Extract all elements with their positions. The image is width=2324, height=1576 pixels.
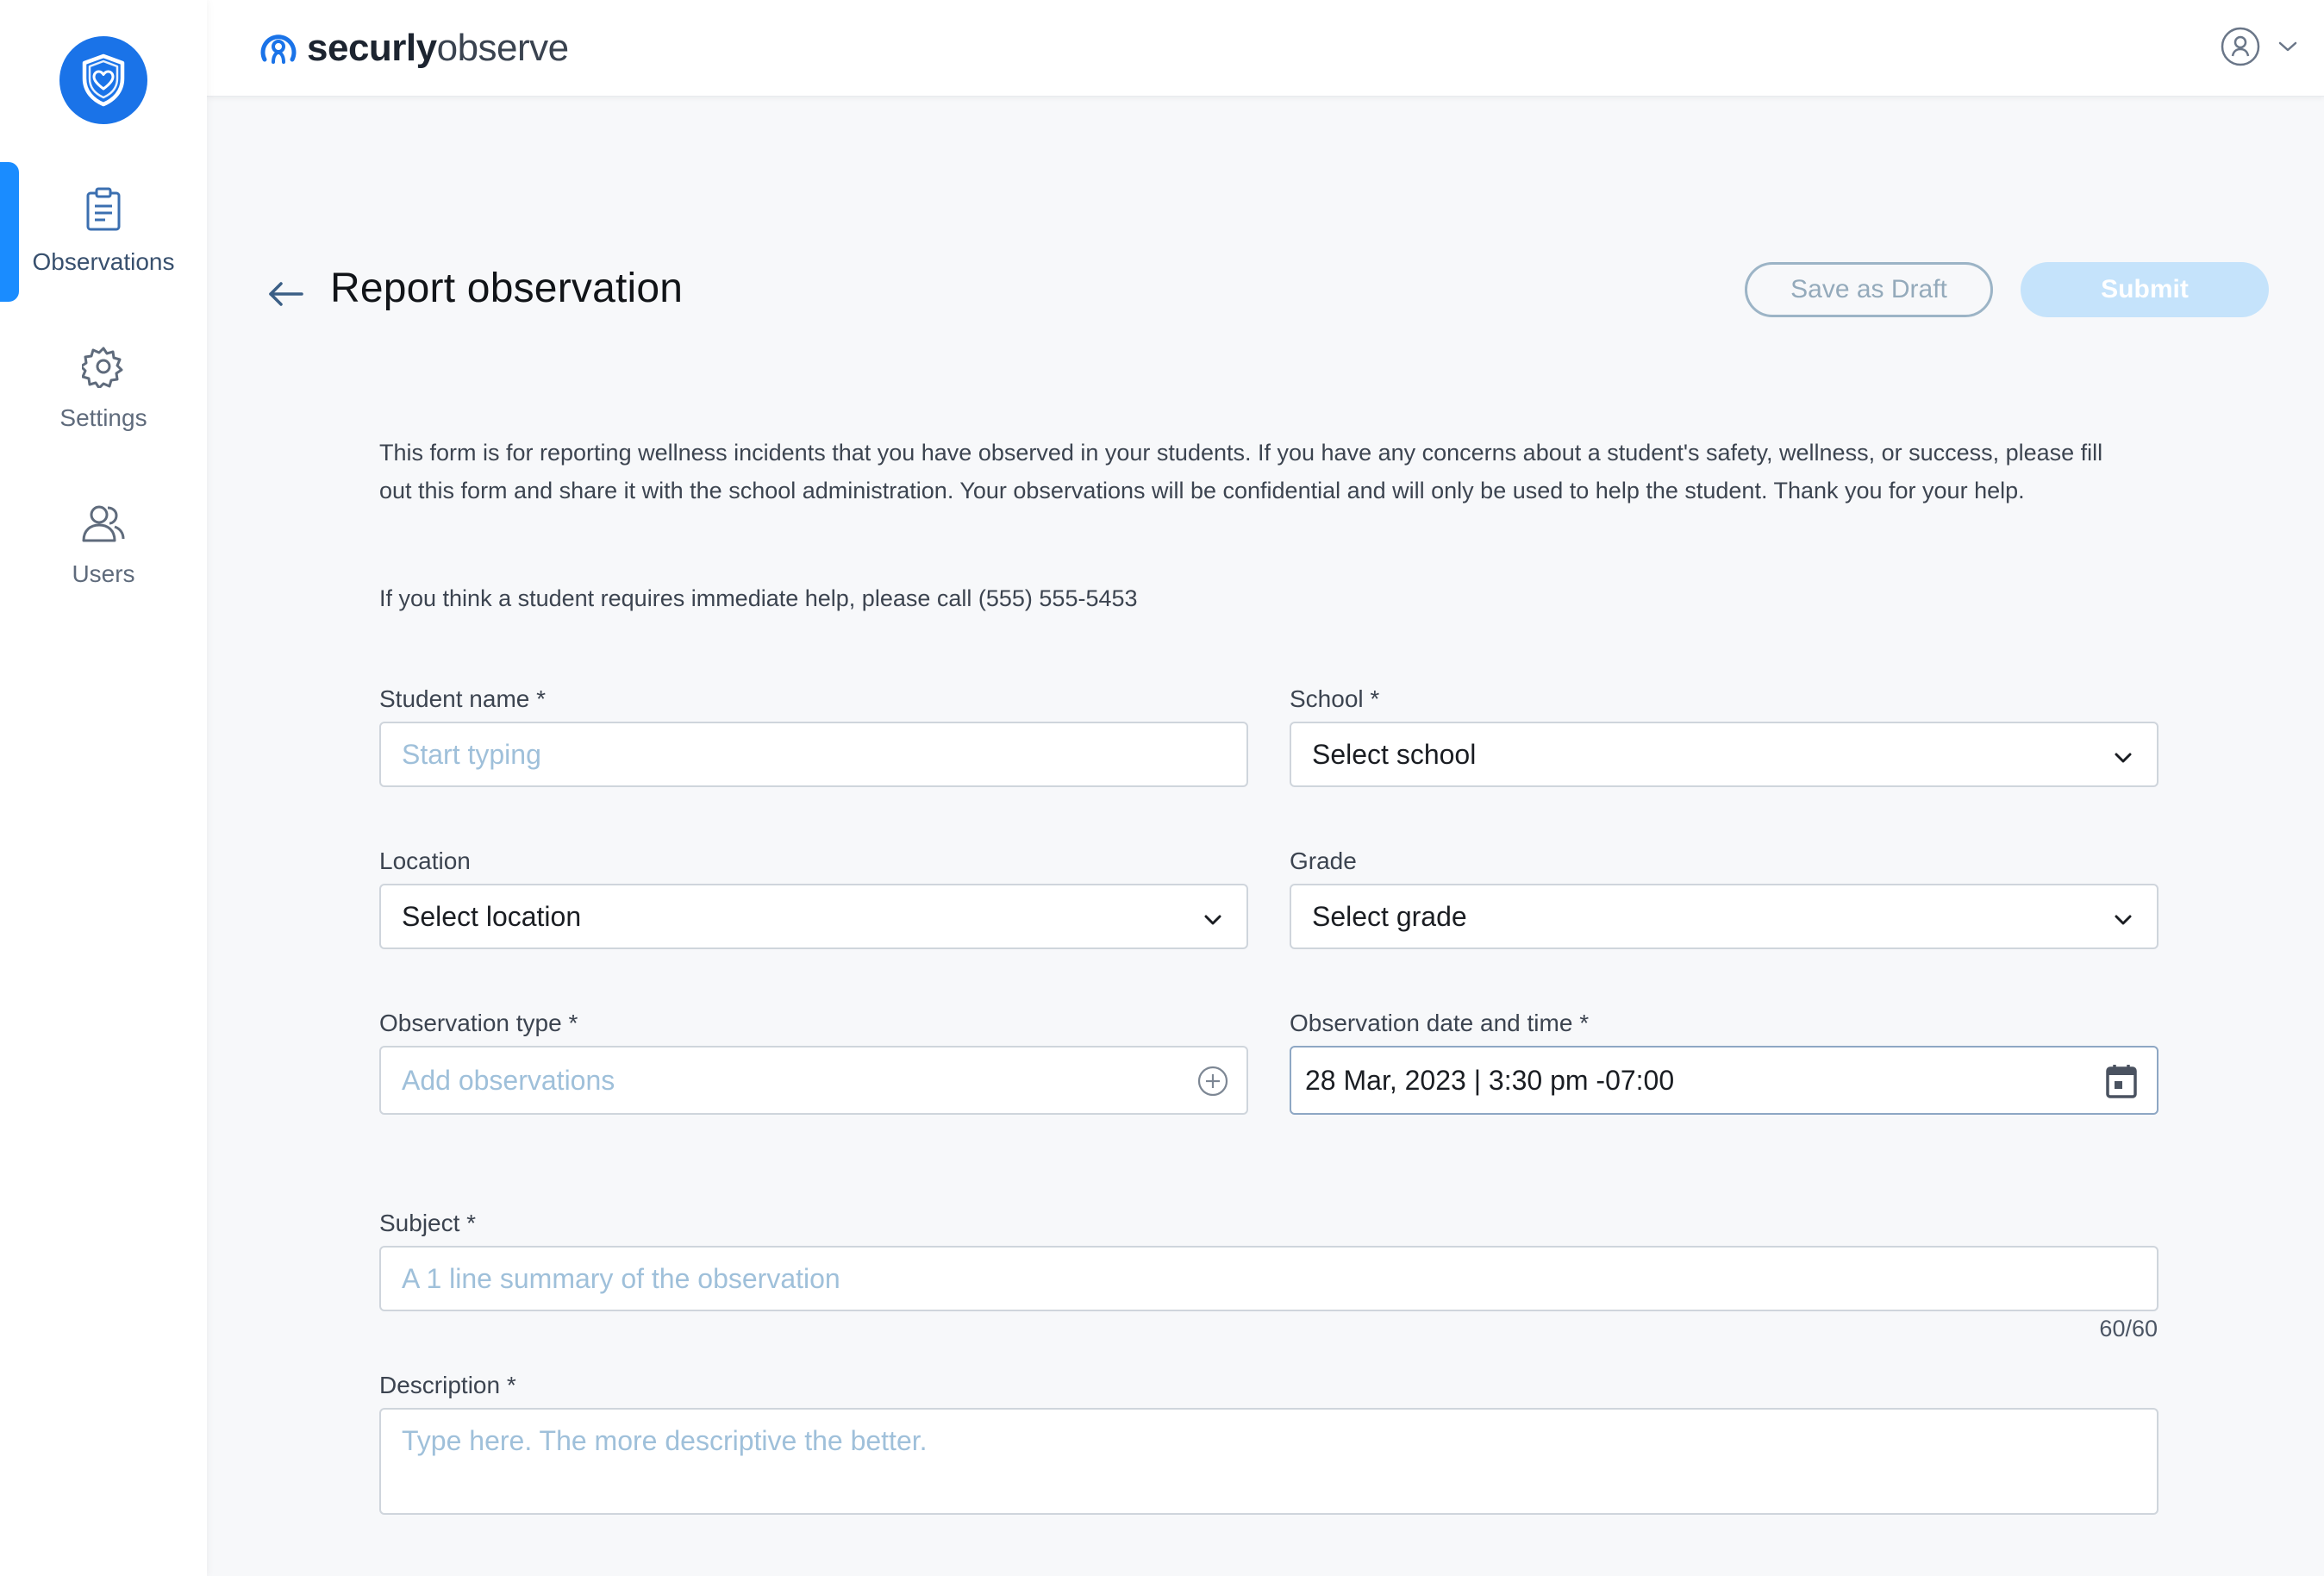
clipboard-icon <box>84 187 122 236</box>
chevron-down-icon <box>2277 40 2298 58</box>
users-icon <box>80 503 127 548</box>
chevron-down-icon <box>2112 744 2134 766</box>
sidebar: Observations Settings Users <box>0 0 207 1576</box>
chevron-down-icon <box>1202 906 1224 929</box>
sidebar-item-label: Observations <box>32 247 175 275</box>
back-arrow-icon[interactable] <box>266 274 305 314</box>
page-title: Report observation <box>330 266 684 311</box>
emergency-help-text: If you think a student requires immediat… <box>379 585 1138 611</box>
calendar-icon[interactable] <box>2105 1063 2138 1106</box>
gear-icon <box>79 345 125 392</box>
subject-placeholder: A 1 line summary of the observation <box>402 1262 840 1294</box>
student-name-placeholder: Start typing <box>402 738 541 770</box>
submit-button[interactable]: Submit <box>2021 262 2269 317</box>
app: Observations Settings Users securly obse… <box>0 0 2324 1576</box>
observation-datetime-label: Observation date and time * <box>1290 1010 1590 1036</box>
sidebar-item-observations[interactable]: Observations <box>0 162 207 300</box>
save-as-draft-button[interactable]: Save as Draft <box>1745 262 1993 317</box>
school-label: School * <box>1290 685 1380 712</box>
observation-type-label: Observation type * <box>379 1010 578 1036</box>
subject-label: Subject * <box>379 1210 477 1236</box>
observation-datetime-value: 28 Mar, 2023 | 3:30 pm -07:00 <box>1305 1064 1675 1096</box>
description-label: Description * <box>379 1372 516 1398</box>
location-select-value: Select location <box>402 900 582 932</box>
top-header: securly observe <box>207 0 2324 97</box>
brand-product: observe <box>436 27 570 69</box>
subject-input[interactable]: A 1 line summary of the observation <box>379 1246 2158 1311</box>
location-select[interactable]: Select location <box>379 884 1248 949</box>
brand-logo[interactable]: securly observe <box>257 22 569 74</box>
student-name-label: Student name * <box>379 685 547 712</box>
location-label: Location <box>379 847 471 874</box>
sidebar-item-label: Users <box>72 560 135 587</box>
chevron-down-icon <box>2112 906 2134 929</box>
brand-name: securly <box>307 27 437 69</box>
student-name-input[interactable]: Start typing <box>379 722 1248 787</box>
sidebar-item-label: Settings <box>59 403 147 431</box>
add-circle-icon[interactable] <box>1196 1065 1229 1104</box>
observation-type-placeholder: Add observations <box>402 1064 615 1096</box>
account-menu[interactable] <box>2219 24 2298 72</box>
grade-select-value: Select grade <box>1312 900 1467 932</box>
subject-character-counter: 60/60 <box>2099 1316 2158 1341</box>
intro-text: This form is for reporting wellness inci… <box>379 440 2103 503</box>
shield-logo-icon[interactable] <box>59 36 147 124</box>
observation-datetime-input[interactable]: 28 Mar, 2023 | 3:30 pm -07:00 <box>1290 1046 2158 1115</box>
description-placeholder: Type here. The more descriptive the bett… <box>402 1425 928 1456</box>
grade-select[interactable]: Select grade <box>1290 884 2158 949</box>
school-select-value: Select school <box>1312 738 1477 770</box>
sidebar-item-users[interactable]: Users <box>0 476 207 614</box>
school-select[interactable]: Select school <box>1290 722 2158 787</box>
user-avatar-icon <box>2219 25 2262 72</box>
observation-type-input[interactable]: Add observations <box>379 1046 1248 1115</box>
sidebar-item-settings[interactable]: Settings <box>0 319 207 457</box>
securly-logo-icon <box>257 25 300 72</box>
grade-label: Grade <box>1290 847 1357 874</box>
description-textarea[interactable]: Type here. The more descriptive the bett… <box>379 1408 2158 1515</box>
